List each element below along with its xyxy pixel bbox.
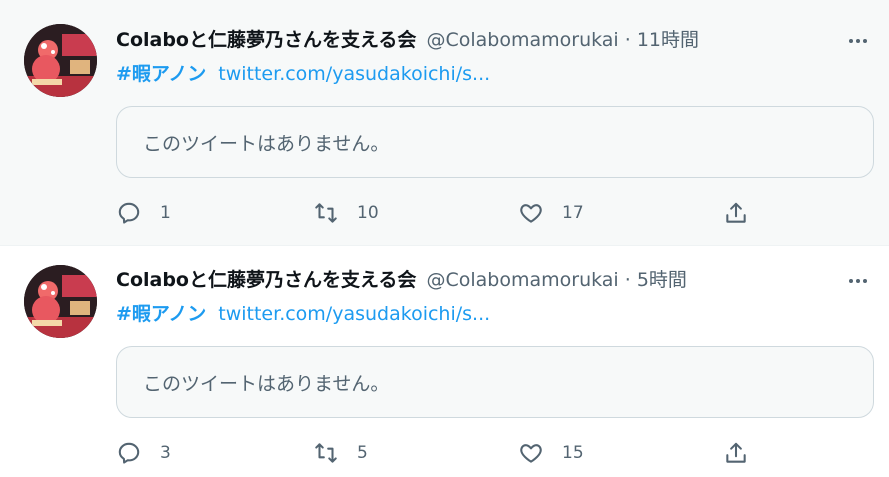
share-icon [723, 440, 749, 466]
like-button[interactable]: 17 [518, 195, 584, 231]
quote-unavailable-text: このツイートはありません。 [143, 372, 390, 395]
tweet-1[interactable]: Colaboと仁藤夢乃さんを支える会 @Colabomamorukai · 11… [0, 0, 889, 246]
reply-count: 1 [160, 203, 171, 223]
retweet-icon [313, 200, 339, 226]
hashtag-link[interactable]: #暇アノン [116, 303, 206, 325]
tweet-actions: 1 10 17 [116, 195, 756, 231]
hashtag-link[interactable]: #暇アノン [116, 63, 206, 85]
like-button[interactable]: 15 [518, 435, 584, 471]
tweet-text: #暇アノン twitter.com/yasudakoichi/s... [116, 60, 490, 88]
share-button[interactable] [723, 435, 749, 471]
retweet-button[interactable]: 10 [313, 195, 379, 231]
tweet-header: Colaboと仁藤夢乃さんを支える会 @Colabomamorukai · 5時… [116, 266, 687, 294]
more-horizontal-icon[interactable] [845, 28, 871, 54]
separator-dot: · [624, 269, 631, 291]
tweet-text: #暇アノン twitter.com/yasudakoichi/s... [116, 300, 490, 328]
retweet-count: 10 [357, 203, 379, 223]
url-link[interactable]: twitter.com/yasudakoichi/s... [218, 63, 490, 85]
retweet-count: 5 [357, 443, 368, 463]
user-handle[interactable]: @Colabomamorukai [426, 29, 618, 51]
avatar[interactable] [24, 24, 97, 97]
tweet-timestamp[interactable]: 5時間 [637, 269, 687, 291]
tweet-2[interactable]: Colaboと仁藤夢乃さんを支える会 @Colabomamorukai · 5時… [0, 246, 889, 477]
tweet-timestamp[interactable]: 11時間 [637, 29, 699, 51]
reply-button[interactable]: 3 [116, 435, 171, 471]
separator-dot: · [624, 29, 631, 51]
reply-icon [116, 440, 142, 466]
share-button[interactable] [723, 195, 749, 231]
quoted-tweet-unavailable[interactable]: このツイートはありません。 [116, 346, 874, 418]
tweet-actions: 3 5 15 [116, 435, 756, 471]
heart-icon [518, 200, 544, 226]
display-name[interactable]: Colaboと仁藤夢乃さんを支える会 [116, 29, 416, 51]
share-icon [723, 200, 749, 226]
retweet-icon [313, 440, 339, 466]
more-horizontal-icon[interactable] [845, 268, 871, 294]
quoted-tweet-unavailable[interactable]: このツイートはありません。 [116, 106, 874, 178]
reply-button[interactable]: 1 [116, 195, 171, 231]
retweet-button[interactable]: 5 [313, 435, 368, 471]
user-handle[interactable]: @Colabomamorukai [426, 269, 618, 291]
heart-icon [518, 440, 544, 466]
reply-icon [116, 200, 142, 226]
avatar-image [24, 265, 97, 338]
tweet-header: Colaboと仁藤夢乃さんを支える会 @Colabomamorukai · 11… [116, 26, 699, 54]
reply-count: 3 [160, 443, 171, 463]
avatar-image [24, 24, 97, 97]
display-name[interactable]: Colaboと仁藤夢乃さんを支える会 [116, 269, 416, 291]
like-count: 15 [562, 443, 584, 463]
avatar[interactable] [24, 265, 97, 338]
url-link[interactable]: twitter.com/yasudakoichi/s... [218, 303, 490, 325]
quote-unavailable-text: このツイートはありません。 [143, 132, 390, 155]
like-count: 17 [562, 203, 584, 223]
